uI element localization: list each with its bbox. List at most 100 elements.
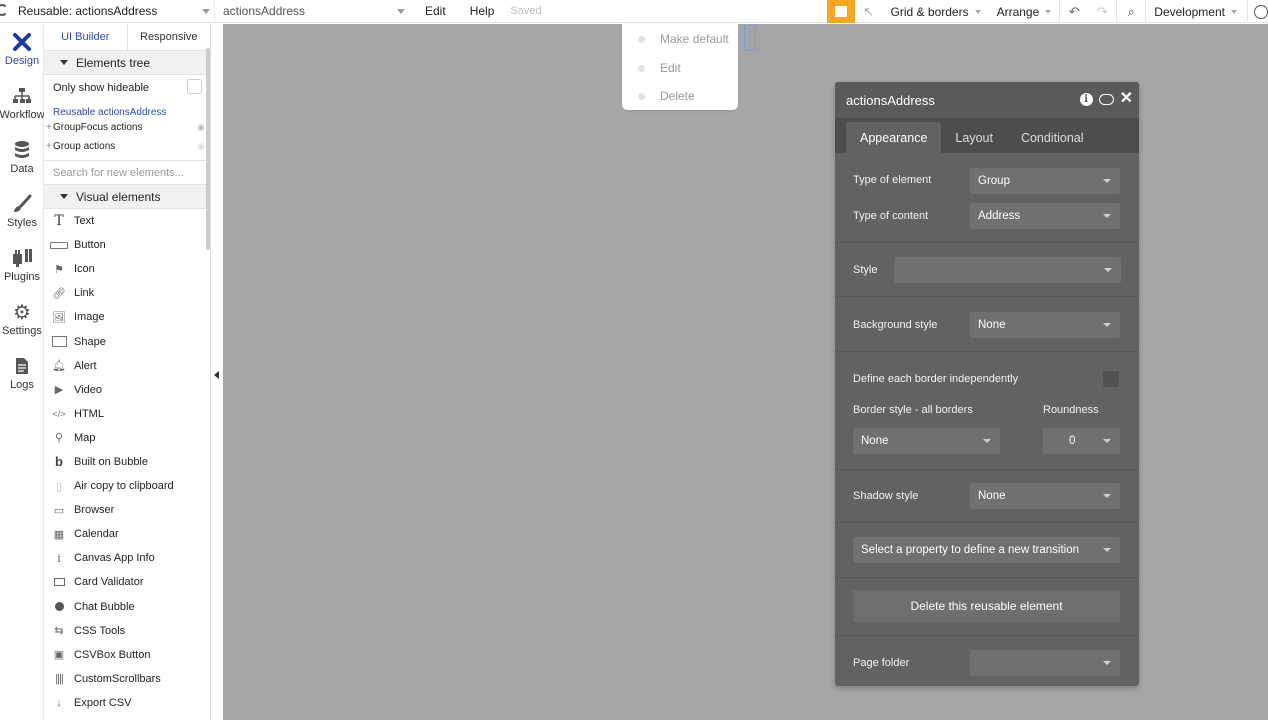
tab-appearance[interactable]: Appearance (846, 122, 942, 153)
gift-icon[interactable] (826, 0, 855, 23)
background-style-dropdown[interactable]: None (970, 312, 1120, 338)
refresh-icon[interactable] (0, 3, 8, 16)
border-style-value: None (861, 435, 889, 447)
nav-logs[interactable]: Logs (0, 356, 44, 391)
page-selector[interactable]: Reusable: actionsAddress (0, 0, 215, 23)
tree-root-item[interactable]: Reusable actionsAddress (44, 100, 210, 118)
roundness-input[interactable]: 0 (1043, 428, 1120, 454)
shadow-style-dropdown[interactable]: None (970, 483, 1120, 509)
element-text[interactable]: T Text (44, 209, 210, 233)
element-selector[interactable]: actionsAddress (215, 0, 409, 23)
type-of-element-value: Group (978, 175, 1010, 187)
nav-label: Workflow (0, 109, 45, 121)
elements-tree-header[interactable]: Elements tree (44, 51, 210, 75)
element-video[interactable]: ▶ Video (44, 378, 210, 402)
only-show-hideable-checkbox[interactable] (187, 79, 202, 94)
arrange-menu[interactable]: Arrange (989, 5, 1060, 19)
visual-elements-header[interactable]: Visual elements (44, 185, 210, 209)
element-shape[interactable]: Shape (44, 329, 210, 353)
element-built-on-bubble[interactable]: b Built on Bubble (44, 450, 210, 474)
menu-edit[interactable]: Edit (622, 54, 738, 83)
redo-icon[interactable]: ↷ (1088, 0, 1116, 23)
menu-delete[interactable]: Delete (622, 82, 738, 111)
element-selector-label: actionsAddress (223, 4, 306, 18)
scrollbars-icon: |||| (55, 672, 63, 685)
nav-styles[interactable]: Styles (0, 194, 44, 229)
nav-settings[interactable]: ⚙ Settings (0, 302, 44, 338)
editor-header[interactable]: actionsAddress i ✕ (835, 82, 1139, 118)
tab-conditional[interactable]: Conditional (1007, 122, 1098, 153)
user-avatar-icon[interactable] (1254, 4, 1268, 19)
tree-item[interactable]: + GroupFocus actions ◉ (44, 118, 210, 137)
css-tools-icon: ⇆ (54, 625, 64, 638)
element-export-csv[interactable]: ↓ Export CSV (44, 691, 210, 715)
define-border-label: Define each border independently (853, 373, 1019, 385)
nav-data[interactable]: Data (0, 140, 44, 175)
expand-icon[interactable]: + (46, 122, 53, 133)
cursor-icon[interactable]: ↖ (855, 0, 883, 23)
nav-workflow[interactable]: Workflow (0, 86, 45, 121)
element-label: Map (74, 431, 96, 444)
element-custom-scrollbars[interactable]: |||| CustomScrollbars (44, 667, 210, 691)
expand-icon[interactable]: + (46, 141, 53, 152)
tab-responsive[interactable]: Responsive (128, 24, 211, 50)
close-icon[interactable]: ✕ (1120, 91, 1133, 107)
chevron-down-icon (1103, 548, 1111, 552)
type-of-content-dropdown[interactable]: Address (970, 203, 1120, 229)
eye-icon[interactable]: ◉ (197, 141, 205, 152)
style-dropdown[interactable] (894, 257, 1121, 283)
nav-design[interactable]: Design (0, 32, 44, 67)
element-chat-bubble[interactable]: Chat Bubble (44, 595, 210, 619)
element-browser[interactable]: ▭ Browser (44, 498, 210, 522)
menu-edit[interactable]: Edit (409, 4, 458, 18)
undo-icon[interactable]: ↶ (1060, 0, 1088, 23)
define-border-checkbox[interactable] (1103, 371, 1119, 387)
page-folder-dropdown[interactable] (970, 650, 1120, 676)
nav-label: Design (4, 55, 40, 67)
search-icon[interactable]: ⌕ (1117, 0, 1145, 23)
element-map[interactable]: ⚲ Map (44, 426, 210, 450)
element-label: Shape (74, 335, 106, 348)
comment-icon[interactable] (1098, 93, 1114, 105)
search-elements-input[interactable]: Search for new elements... (44, 160, 210, 185)
info-icon[interactable]: i (1079, 92, 1093, 106)
visual-elements-label: Visual elements (76, 189, 161, 204)
tab-ui-builder[interactable]: UI Builder (44, 24, 128, 50)
clipboard-icon: ▯ (55, 480, 63, 493)
nav-plugins[interactable]: Plugins (0, 248, 44, 283)
element-label: Air copy to clipboard (74, 480, 174, 493)
border-style-dropdown[interactable]: None (853, 428, 1000, 454)
delete-reusable-button[interactable]: Delete this reusable element (853, 590, 1120, 622)
menu-help[interactable]: Help (458, 4, 507, 18)
environment-selector[interactable]: Development (1146, 5, 1247, 19)
element-canvas-app-info[interactable]: i Canvas App Info (44, 546, 210, 570)
element-air-copy[interactable]: ▯ Air copy to clipboard (44, 474, 210, 498)
element-label: Alert (74, 359, 97, 372)
element-html[interactable]: </> HTML (44, 402, 210, 426)
element-card-validator[interactable]: Card Validator (44, 570, 210, 594)
element-css-tools[interactable]: ⇆ CSS Tools (44, 619, 210, 643)
type-of-element-dropdown[interactable]: Group (970, 168, 1120, 194)
element-button[interactable]: Button (44, 233, 210, 257)
element-label: Export CSV (74, 696, 132, 709)
collapse-panel-icon[interactable] (214, 371, 219, 379)
tree-item[interactable]: + Group actions ◉ (44, 137, 210, 156)
play-box-icon: ▣ (53, 649, 65, 662)
element-calendar[interactable]: ▦ Calendar (44, 522, 210, 546)
chevron-down-icon (983, 439, 991, 443)
menu-make-default[interactable]: Make default (622, 25, 738, 54)
type-of-content-label: Type of content (853, 210, 929, 222)
transition-dropdown[interactable]: Select a property to define a new transi… (853, 537, 1120, 563)
element-link[interactable]: 🔗︎ Link (44, 281, 210, 305)
element-label: Video (74, 383, 102, 396)
element-image[interactable]: 🖼︎ Image (44, 305, 210, 329)
element-icon[interactable]: ⚑ Icon (44, 257, 210, 281)
element-handle-icon[interactable] (744, 25, 756, 51)
element-csvbox-button[interactable]: ▣ CSVBox Button (44, 643, 210, 667)
grid-borders-menu[interactable]: Grid & borders (883, 5, 989, 19)
element-label: CustomScrollbars (74, 672, 161, 685)
eye-icon[interactable]: ◉ (197, 122, 205, 133)
tab-layout[interactable]: Layout (941, 122, 1007, 153)
element-alert[interactable]: 🔔︎ Alert (44, 354, 210, 378)
panel-scrollbar[interactable] (206, 48, 210, 250)
